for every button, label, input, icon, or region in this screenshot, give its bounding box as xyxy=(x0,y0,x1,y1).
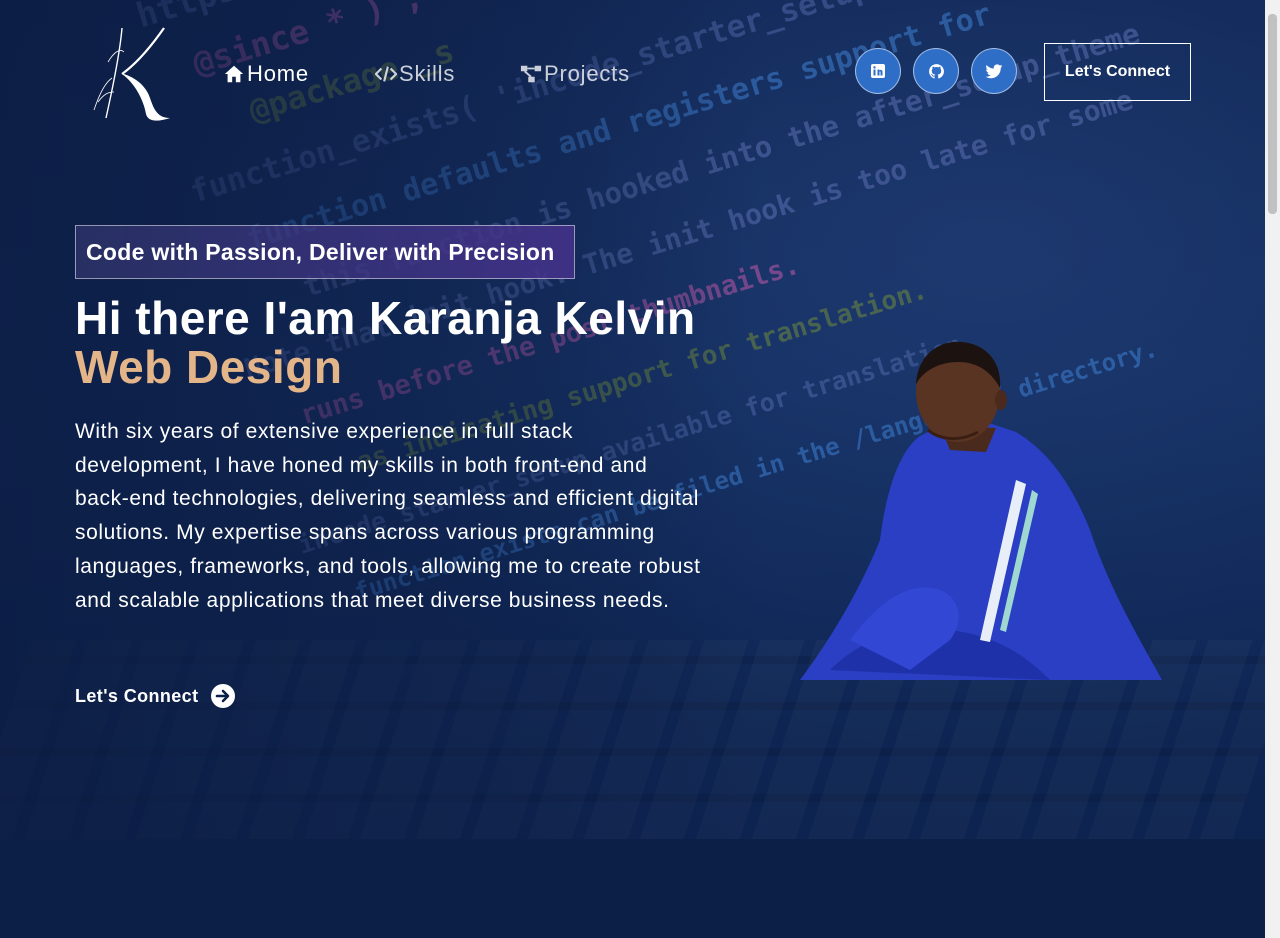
rotating-role-text: Web Design xyxy=(75,341,343,393)
profile-photo xyxy=(800,341,1162,680)
bio-paragraph: With six years of extensive experience i… xyxy=(75,420,701,612)
nav-link-home[interactable]: Home xyxy=(223,60,309,88)
nav-link-label: Home xyxy=(247,61,309,86)
scrollbar[interactable] xyxy=(1265,0,1280,938)
nav-link-label: Projects xyxy=(544,61,630,86)
tagline: Code with Passion, Deliver with Precisio… xyxy=(75,225,575,279)
arrow-right-circle-icon xyxy=(210,684,235,708)
twitter-icon xyxy=(985,63,1002,78)
next-section xyxy=(0,839,1265,938)
github-button[interactable] xyxy=(913,48,959,94)
nav-link-projects[interactable]: Projects xyxy=(520,60,630,88)
code-icon xyxy=(375,66,397,82)
twitter-button[interactable] xyxy=(971,48,1017,94)
home-icon xyxy=(224,65,244,83)
logo-icon[interactable] xyxy=(84,22,176,126)
lets-connect-link[interactable]: Let's Connect xyxy=(75,682,235,710)
lets-connect-button[interactable]: Let's Connect xyxy=(1044,43,1191,101)
github-icon xyxy=(928,63,944,78)
linkedin-button[interactable] xyxy=(855,48,901,94)
nav-link-skills[interactable]: Skills xyxy=(375,60,455,88)
project-diagram-icon xyxy=(520,65,542,83)
nav-link-label: Skills xyxy=(399,61,456,86)
linkedin-icon xyxy=(871,64,885,78)
cta-label: Let's Connect xyxy=(75,685,199,706)
scrollbar-thumb[interactable] xyxy=(1268,14,1277,214)
page-title: Hi there I'am Karanja Kelvin xyxy=(75,292,696,344)
